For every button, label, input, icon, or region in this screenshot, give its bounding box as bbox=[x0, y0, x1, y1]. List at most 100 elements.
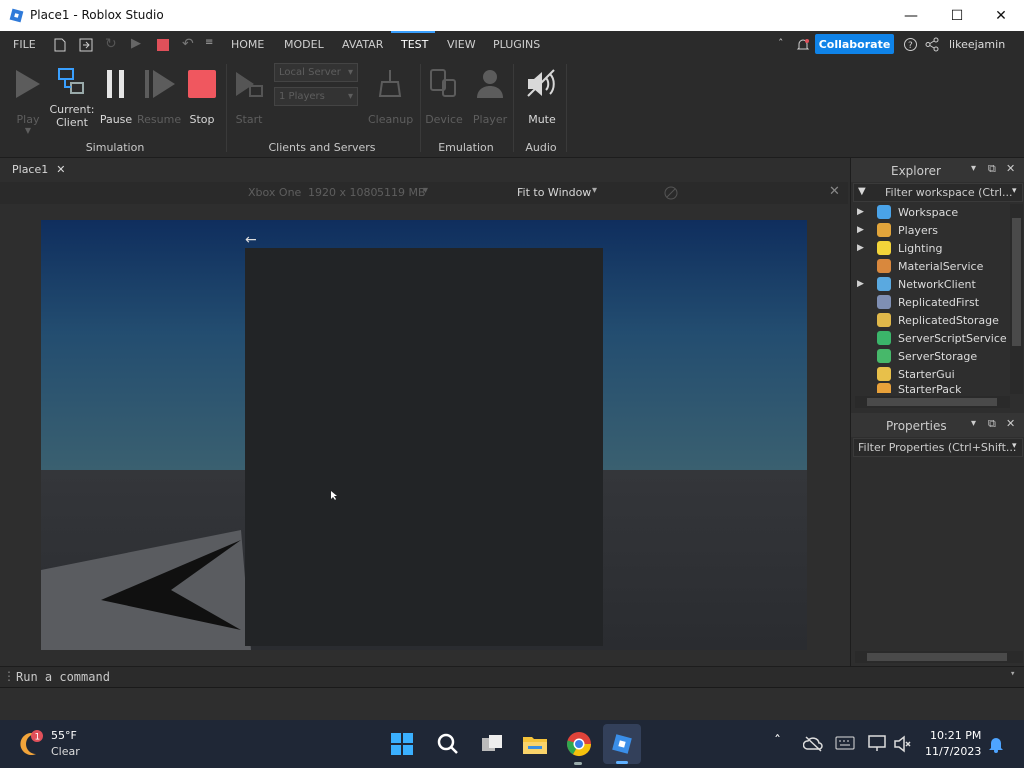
chevron-down-icon[interactable]: ▾ bbox=[1012, 441, 1017, 451]
expand-arrow-icon[interactable]: ▶ bbox=[857, 243, 869, 253]
windows-start-icon[interactable] bbox=[390, 732, 414, 756]
tab-plugins[interactable]: PLUGINS bbox=[493, 38, 540, 51]
tab-avatar[interactable]: AVATAR bbox=[342, 38, 383, 51]
document-tab-place1[interactable]: Place1 ✕ bbox=[0, 158, 76, 182]
search-icon[interactable] bbox=[436, 732, 460, 756]
explorer-item[interactable]: ServerStorage bbox=[857, 347, 977, 365]
new-file-icon[interactable] bbox=[54, 38, 66, 52]
file-explorer-icon[interactable] bbox=[522, 732, 548, 756]
chevron-down-icon[interactable]: ▾ bbox=[592, 185, 597, 196]
tab-model[interactable]: MODEL bbox=[284, 38, 324, 51]
explorer-item[interactable]: ReplicatedFirst bbox=[857, 293, 979, 311]
explorer-item[interactable]: MaterialService bbox=[857, 257, 983, 275]
expand-arrow-icon[interactable]: ▶ bbox=[857, 207, 869, 217]
properties-horizontal-scrollbar[interactable] bbox=[855, 651, 1023, 663]
weather-temp[interactable]: 55°F bbox=[51, 729, 77, 742]
spawn-location bbox=[41, 530, 251, 650]
scrollbar-thumb[interactable] bbox=[1012, 218, 1021, 346]
play-button[interactable]: Play ▼ bbox=[12, 68, 44, 135]
player-button[interactable]: Player bbox=[472, 68, 508, 128]
command-input[interactable]: Run a command bbox=[16, 670, 110, 684]
task-view-icon[interactable] bbox=[480, 732, 504, 756]
chevron-down-icon[interactable]: ▾ bbox=[1010, 669, 1015, 679]
server-dropdown[interactable]: Local Server ▾ bbox=[274, 63, 358, 82]
pause-button[interactable]: Pause bbox=[99, 68, 133, 128]
maximize-button[interactable]: ☐ bbox=[934, 0, 980, 31]
show-hidden-icons-icon[interactable]: ˆ bbox=[774, 734, 781, 750]
volume-muted-icon[interactable] bbox=[893, 735, 911, 753]
players-dropdown[interactable]: 1 Players ▾ bbox=[274, 87, 358, 106]
explorer-item[interactable]: ▶ NetworkClient bbox=[857, 275, 976, 293]
expand-arrow-icon[interactable]: ▶ bbox=[857, 225, 869, 235]
explorer-item[interactable]: ▶ Lighting bbox=[857, 239, 942, 257]
keyboard-icon[interactable] bbox=[835, 736, 855, 750]
share-icon[interactable] bbox=[925, 37, 939, 52]
rotate-orientation-icon[interactable] bbox=[664, 186, 678, 200]
stop-button[interactable]: Stop bbox=[185, 68, 219, 128]
cleanup-button[interactable]: Cleanup bbox=[368, 68, 413, 128]
resume-button[interactable]: Resume bbox=[137, 68, 181, 128]
command-bar[interactable]: ⋮ Run a command ▾ bbox=[0, 666, 1024, 687]
close-emulation-icon[interactable]: ✕ bbox=[829, 184, 840, 199]
mute-button[interactable]: Mute bbox=[522, 68, 562, 128]
undock-icon[interactable]: ⧉ bbox=[988, 162, 996, 176]
start-button[interactable]: Start bbox=[232, 68, 266, 128]
scrollbar-thumb[interactable] bbox=[867, 398, 997, 406]
close-tab-icon[interactable]: ✕ bbox=[56, 163, 65, 176]
back-arrow-icon[interactable]: ← bbox=[245, 232, 257, 248]
roblox-studio-taskbar-button[interactable] bbox=[603, 724, 641, 764]
current-client-button[interactable]: Current: Client bbox=[49, 66, 95, 136]
stop-small-icon[interactable] bbox=[157, 39, 169, 51]
quick-access-menu-icon[interactable]: ≡ bbox=[205, 37, 213, 48]
notification-bell-icon[interactable] bbox=[795, 37, 811, 53]
close-panel-icon[interactable]: ✕ bbox=[1006, 162, 1015, 175]
help-icon[interactable]: ? bbox=[903, 37, 918, 52]
properties-filter-input[interactable]: Filter Properties (Ctrl+Shift... ▾ bbox=[853, 438, 1023, 457]
network-icon[interactable] bbox=[867, 734, 887, 752]
close-panel-icon[interactable]: ✕ bbox=[1006, 417, 1015, 430]
expand-arrow-icon[interactable]: ▶ bbox=[857, 279, 869, 289]
scrollbar-thumb[interactable] bbox=[867, 653, 1007, 661]
dark-menu-panel[interactable] bbox=[245, 248, 603, 646]
clock-date[interactable]: 11/7/2023 bbox=[925, 745, 981, 758]
fit-to-window-dropdown[interactable]: Fit to Window bbox=[517, 186, 591, 199]
close-window-button[interactable]: ✕ bbox=[978, 0, 1024, 31]
device-label[interactable]: Xbox One bbox=[248, 186, 301, 199]
explorer-vertical-scrollbar[interactable] bbox=[1010, 204, 1023, 394]
collapse-ribbon-icon[interactable]: ˆ bbox=[778, 37, 784, 50]
chevron-down-icon[interactable]: ▾ bbox=[1012, 186, 1017, 196]
collaborate-button[interactable]: Collaborate bbox=[815, 34, 894, 54]
tab-test[interactable]: TEST bbox=[401, 38, 428, 51]
explorer-filter-input[interactable]: ▼ Filter workspace (Ctrl... ▾ bbox=[853, 183, 1023, 202]
explorer-item[interactable]: ▶ Players bbox=[857, 221, 938, 239]
undo-icon[interactable]: ↶ bbox=[182, 36, 194, 52]
weather-moon-icon[interactable]: 1 bbox=[18, 730, 46, 758]
explorer-item-label: MaterialService bbox=[898, 259, 984, 273]
explorer-item[interactable]: ▶ Workspace bbox=[857, 203, 958, 221]
onedrive-offline-icon[interactable] bbox=[803, 735, 823, 753]
tab-view[interactable]: VIEW bbox=[447, 38, 476, 51]
window-title: Place1 - Roblox Studio bbox=[30, 8, 164, 22]
chevron-down-icon[interactable]: ▾ bbox=[971, 418, 976, 429]
explorer-item[interactable]: ReplicatedStorage bbox=[857, 311, 999, 329]
explorer-item[interactable]: ServerScriptService bbox=[857, 329, 1007, 347]
username-label[interactable]: likeejamin bbox=[949, 38, 1005, 51]
tab-home[interactable]: HOME bbox=[231, 38, 264, 51]
redo-icon[interactable]: ↻ bbox=[105, 36, 117, 52]
weather-desc[interactable]: Clear bbox=[51, 745, 80, 758]
minimize-button[interactable]: — bbox=[888, 0, 934, 31]
undock-icon[interactable]: ⧉ bbox=[988, 417, 996, 431]
chrome-icon[interactable] bbox=[566, 731, 592, 757]
explorer-horizontal-scrollbar[interactable] bbox=[855, 396, 1010, 408]
chevron-down-icon[interactable]: ▾ bbox=[971, 163, 976, 174]
explorer-item[interactable]: StarterGui bbox=[857, 365, 955, 383]
device-button[interactable]: Device bbox=[425, 68, 463, 128]
clock-time[interactable]: 10:21 PM bbox=[930, 729, 981, 742]
explorer-item[interactable]: StarterPack bbox=[857, 383, 961, 393]
chevron-down-icon[interactable]: ▾ bbox=[423, 185, 428, 196]
notification-bell-icon[interactable] bbox=[988, 735, 1004, 753]
drag-handle-icon[interactable]: ⋮ bbox=[3, 669, 15, 683]
publish-icon[interactable] bbox=[79, 38, 93, 52]
file-menu[interactable]: FILE bbox=[13, 38, 36, 51]
play-small-icon[interactable]: ▶ bbox=[131, 36, 141, 51]
